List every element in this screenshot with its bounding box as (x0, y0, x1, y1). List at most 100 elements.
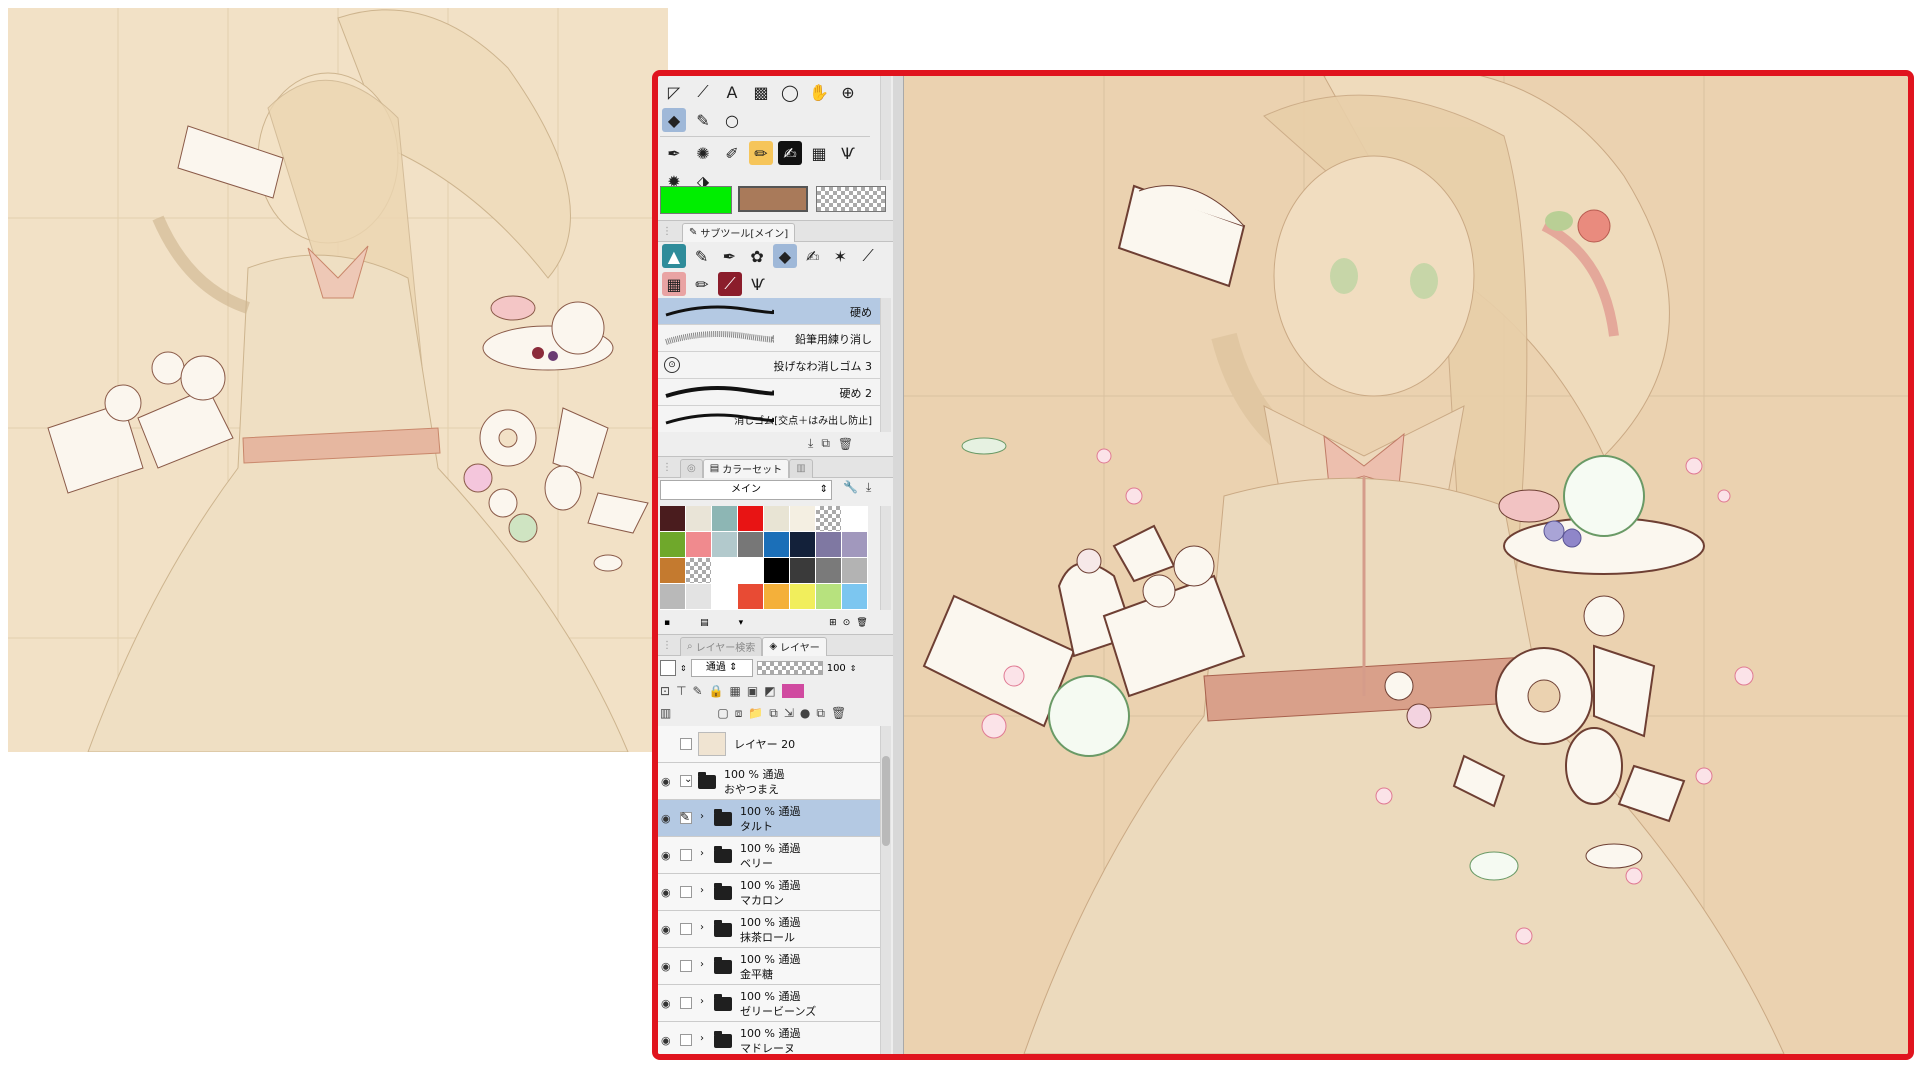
brush-stroke-icon[interactable]: ⟋ (691, 80, 715, 104)
new-raster-icon[interactable]: ▢ (717, 706, 728, 720)
trash-icon[interactable]: 🗑 (831, 706, 846, 720)
dropper-icon[interactable]: ⟋ (856, 244, 880, 268)
spray-icon[interactable]: ✺ (691, 141, 715, 165)
tab-subtool-main[interactable]: ✎ サブツール[メイン] (682, 222, 796, 242)
brush-item[interactable]: 硬め 2 (658, 379, 880, 406)
mask-add-icon[interactable]: ● (800, 706, 810, 720)
color-swatch[interactable] (738, 532, 764, 558)
move-icon[interactable]: ◸ (662, 80, 686, 104)
color-swatch[interactable] (686, 558, 712, 584)
reference-icon[interactable]: ⊤ (676, 684, 686, 698)
duplicate-icon[interactable]: ⧉ (821, 436, 830, 451)
pattern-icon[interactable]: ▦ (662, 272, 686, 296)
view-icon[interactable]: ▪ (664, 618, 670, 628)
color-swatch[interactable] (764, 558, 790, 584)
tab-colorset[interactable]: ▤ カラーセット (702, 458, 790, 478)
add-color-icon[interactable]: ⊞ (829, 618, 837, 628)
marker-icon[interactable]: ✏ (749, 141, 773, 165)
layer-row[interactable]: ◉ › 100 % 通過 金平糖 (658, 948, 880, 985)
eye-hidden-icon[interactable] (661, 738, 675, 750)
chevron-right-icon[interactable]: › (700, 922, 704, 933)
layer-checkbox[interactable] (680, 886, 692, 898)
colorset-select[interactable]: メイン ⇕ (660, 480, 832, 500)
layer-checkbox[interactable] (680, 1034, 692, 1046)
layer-row[interactable]: ◉ › 100 % 通過 ベリー (658, 837, 880, 874)
layer-color-icon[interactable] (781, 684, 804, 698)
color-swatch[interactable] (816, 506, 842, 532)
tab-color-wheel[interactable]: ◎ (680, 458, 703, 478)
copy-icon[interactable]: ⧉ (816, 706, 825, 721)
eye-icon[interactable]: ◉ (661, 849, 675, 862)
opacity-slider[interactable] (756, 661, 823, 675)
wrench-icon[interactable]: 🔧 (843, 480, 858, 494)
layer-row[interactable]: レイヤー 20 (658, 726, 880, 763)
color-swatch[interactable] (790, 558, 816, 584)
scrollbar-thumb[interactable] (882, 756, 890, 846)
color-swatch[interactable] (816, 584, 842, 610)
download-icon[interactable]: ⤓ (808, 436, 813, 451)
gradient-icon[interactable]: ▩ (749, 80, 773, 104)
color-swatch[interactable] (686, 584, 712, 610)
operation-icon[interactable]: ⊕ (836, 80, 860, 104)
transparent-color-swatch[interactable] (816, 186, 886, 212)
color-swatch[interactable] (660, 558, 686, 584)
color-swatch[interactable] (842, 532, 868, 558)
ruler-icon[interactable]: ◩ (764, 684, 775, 698)
layer-checkbox[interactable] (680, 738, 692, 750)
layer-row[interactable]: ◉ › 100 % 通過 マドレーヌ (658, 1022, 880, 1054)
red-brush-icon[interactable]: ⟋ (718, 272, 742, 296)
transfer-icon[interactable]: ⇲ (784, 706, 794, 720)
color-swatch[interactable] (764, 532, 790, 558)
tab-layer[interactable]: ◈ レイヤー (762, 636, 827, 656)
color-swatch[interactable] (660, 532, 686, 558)
eye-icon[interactable]: ◉ (661, 923, 675, 936)
ink-group-icon[interactable]: ✍ (801, 244, 825, 268)
ellipse-icon[interactable]: ○ (720, 108, 744, 132)
tool-palette-scrollbar[interactable] (880, 76, 891, 180)
brush-item[interactable]: ⊙ 投げなわ消しゴム 3 (658, 352, 880, 379)
trash-icon[interactable]: 🗑 (838, 437, 853, 451)
color-swatch[interactable] (790, 584, 816, 610)
grass-icon[interactable]: Ѱ (836, 141, 860, 165)
chevron-right-icon[interactable]: › (700, 811, 704, 822)
color-swatch[interactable] (842, 558, 868, 584)
color-swatch[interactable] (660, 584, 686, 610)
eye-icon[interactable]: ◉ (661, 886, 675, 899)
eye-icon[interactable]: ◉ (661, 960, 675, 973)
color-swatch[interactable] (738, 584, 764, 610)
color-swatch[interactable] (712, 506, 738, 532)
star-icon[interactable]: ✶ (829, 244, 853, 268)
color-swatch[interactable] (764, 584, 790, 610)
replace-color-icon[interactable]: ⊙ (843, 618, 851, 628)
color-swatch[interactable] (738, 506, 764, 532)
main-color-swatch[interactable] (660, 186, 732, 214)
eye-icon[interactable]: ◉ (661, 812, 675, 825)
merge-icon[interactable]: ⧉ (769, 706, 778, 721)
clip-icon[interactable]: ⊡ (660, 684, 670, 698)
dropdown-icon[interactable]: ▾ (739, 618, 744, 628)
sub-color-swatch[interactable] (738, 186, 808, 212)
lasso-icon[interactable]: ◯ (778, 80, 802, 104)
new-folder-icon[interactable]: 📁 (748, 706, 763, 720)
color-swatch[interactable] (738, 558, 764, 584)
color-swatch[interactable] (712, 558, 738, 584)
pen-icon[interactable]: ✎ (691, 108, 715, 132)
color-swatch[interactable] (686, 506, 712, 532)
blob-icon[interactable]: ✿ (745, 244, 769, 268)
color-swatch[interactable] (816, 558, 842, 584)
layer-row[interactable]: ◉ › 100 % 通過 抹茶ロール (658, 911, 880, 948)
layer-row[interactable]: ◉ ✎ › 100 % 通過 タルト (658, 800, 880, 837)
brush-item[interactable]: 硬め (658, 298, 880, 325)
delete-color-icon[interactable]: 🗑 (856, 618, 867, 628)
pencil-group-icon[interactable]: ✎ (690, 244, 714, 268)
color-swatch[interactable] (790, 532, 816, 558)
pen-nib-icon[interactable]: ✒ (662, 141, 686, 165)
color-swatch[interactable] (712, 532, 738, 558)
tab-color-history[interactable]: ▥ (789, 458, 813, 478)
blend-mode-select[interactable]: 通過 ⇕ (690, 659, 753, 677)
chevron-right-icon[interactable]: › (700, 848, 704, 859)
layer-checkbox[interactable] (680, 849, 692, 861)
opacity-value[interactable]: 100 (827, 663, 846, 674)
layer-checkbox[interactable] (680, 960, 692, 972)
eye-icon[interactable]: ◉ (661, 775, 675, 788)
